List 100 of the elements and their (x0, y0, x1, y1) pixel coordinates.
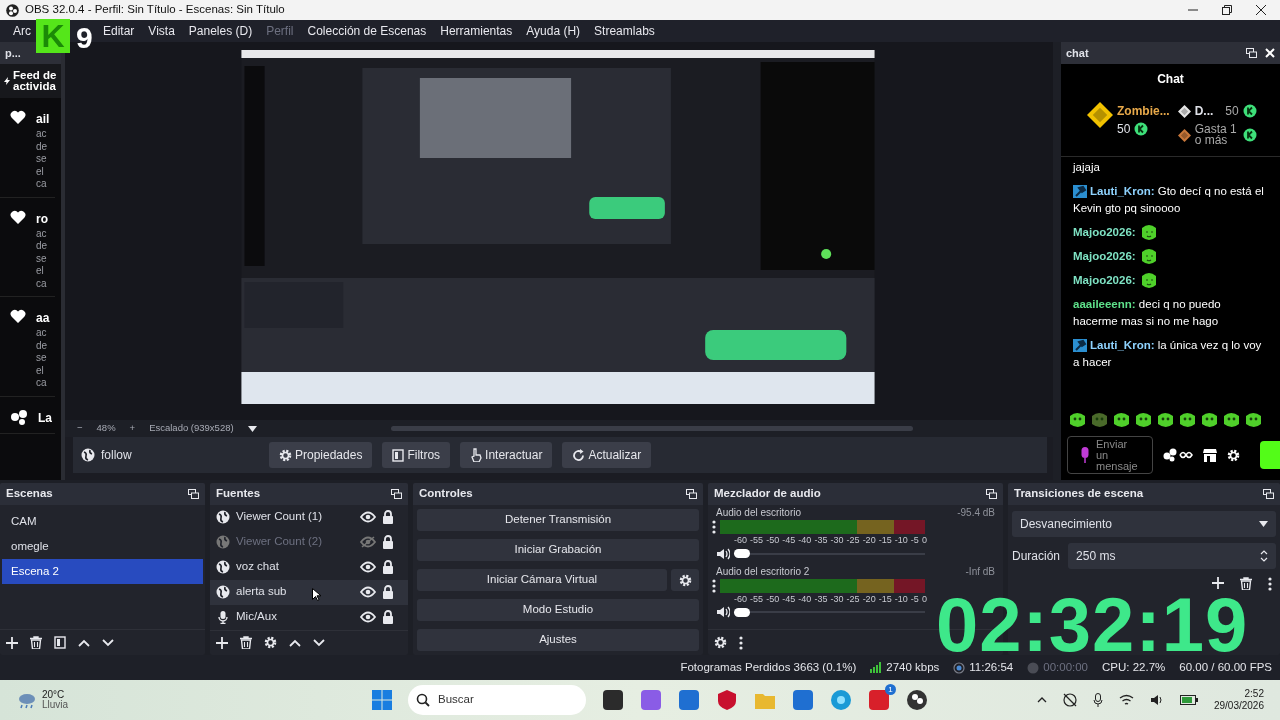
chat-message: jajaja (1073, 160, 1101, 175)
meter-scale-label: -55 (750, 534, 764, 547)
lock-icon[interactable] (382, 535, 394, 550)
eye-icon[interactable] (360, 586, 376, 599)
settings-button[interactable] (671, 569, 699, 591)
add-icon[interactable] (6, 636, 18, 649)
control-button[interactable]: Detener Transmisión (417, 509, 699, 531)
emote-icon[interactable] (1201, 412, 1218, 428)
source-toolbar-button[interactable]: Actualizar (562, 442, 652, 468)
menu-item[interactable]: Arc (6, 22, 38, 40)
close-icon[interactable] (1256, 5, 1266, 15)
lock-icon[interactable] (382, 610, 394, 625)
scene-item[interactable]: Escena 2 (2, 559, 203, 584)
lock-icon[interactable] (382, 560, 394, 575)
menu-item[interactable]: Vista (141, 22, 182, 40)
speaker-icon[interactable] (716, 606, 730, 618)
restore-icon[interactable] (1222, 5, 1232, 15)
search-field[interactable]: Buscar (408, 685, 586, 715)
source-item[interactable]: Mic/Aux (210, 604, 408, 630)
horizontal-scrollbar[interactable] (390, 426, 913, 431)
meter-scale-label: -50 (766, 592, 780, 606)
emote-icon[interactable] (1135, 412, 1152, 428)
scene-item[interactable]: CAM (2, 509, 203, 534)
float-dock-icon[interactable] (188, 489, 199, 499)
control-button[interactable]: Iniciar Cámara Virtual (417, 569, 667, 591)
menu-item[interactable]: Colección de Escenas (300, 22, 434, 40)
source-toolbar-button[interactable]: Propiedades (269, 442, 373, 468)
source-item[interactable]: Viewer Count (1) (210, 504, 408, 530)
emote-icon[interactable] (1179, 412, 1196, 428)
mail-icon[interactable] (792, 689, 814, 711)
start-icon[interactable] (372, 690, 392, 710)
eye-icon[interactable] (360, 561, 376, 574)
menu-item[interactable]: Streamlabs (587, 22, 662, 40)
shield-icon[interactable] (716, 689, 738, 711)
store-icon[interactable] (1203, 448, 1217, 462)
control-button[interactable]: Ajustes (417, 629, 699, 651)
float-dock-icon[interactable] (1263, 489, 1274, 499)
network-off-icon[interactable] (1062, 693, 1077, 707)
emote-icon[interactable] (1223, 412, 1240, 428)
eye-crossed-icon[interactable] (360, 536, 376, 549)
copilot-icon[interactable] (640, 689, 662, 711)
source-item[interactable]: alerta sub (210, 579, 408, 605)
trash-icon[interactable] (1240, 577, 1252, 590)
dots-icon[interactable] (1163, 448, 1193, 462)
chevron-up-icon[interactable] (1036, 697, 1047, 703)
float-dock-icon[interactable] (1246, 48, 1257, 58)
control-button[interactable]: Modo Estudio (417, 599, 699, 621)
emote-icon[interactable] (1113, 412, 1130, 428)
filter-icon[interactable] (54, 636, 66, 649)
scene-item[interactable]: omegle (2, 534, 203, 559)
emote-icon[interactable] (1245, 412, 1262, 428)
app-icon[interactable] (906, 689, 928, 711)
source-toolbar-button[interactable]: Filtros (382, 442, 451, 468)
duration-field[interactable]: 250 ms (1068, 543, 1276, 569)
battery-icon[interactable] (1179, 695, 1198, 705)
event-user: La (38, 409, 52, 427)
event-text: el (36, 265, 45, 278)
slider-thumb[interactable] (734, 549, 750, 558)
add-icon[interactable] (1212, 577, 1224, 589)
add-icon[interactable] (216, 636, 228, 649)
speaker-icon[interactable] (716, 547, 730, 560)
zoom-in-button[interactable]: + (129, 421, 136, 436)
more-options-icon[interactable] (1268, 577, 1272, 591)
lock-icon[interactable] (382, 585, 394, 600)
task-view-icon[interactable] (602, 689, 624, 711)
more-options-icon[interactable] (739, 635, 743, 650)
trash-icon[interactable] (240, 636, 252, 650)
gear-icon[interactable] (714, 636, 727, 649)
microphone-icon (1080, 447, 1090, 463)
emote-icon[interactable] (1069, 412, 1086, 428)
source-toolbar-button[interactable]: Interactuar (460, 442, 553, 468)
browser-icon[interactable] (830, 689, 852, 711)
eye-icon[interactable] (360, 611, 376, 624)
float-dock-icon[interactable] (986, 489, 997, 499)
volume-icon[interactable] (1149, 694, 1164, 706)
menu-item[interactable]: Ayuda (H) (519, 22, 588, 40)
emote-icon[interactable] (1157, 412, 1174, 428)
lock-icon[interactable] (382, 510, 394, 525)
float-dock-icon[interactable] (391, 488, 402, 499)
microphone-icon[interactable] (1092, 693, 1103, 707)
float-dock-icon[interactable] (686, 489, 697, 499)
caret-icon[interactable] (247, 425, 257, 432)
control-button[interactable]: Iniciar Grabación (417, 539, 699, 561)
slider-thumb[interactable] (734, 607, 750, 617)
wifi-icon[interactable] (1118, 694, 1134, 706)
eye-icon[interactable] (360, 511, 376, 524)
menu-item[interactable]: Herramientas (433, 22, 520, 40)
menu-item[interactable]: Paneles (D) (181, 22, 260, 40)
source-item[interactable]: voz chat (210, 554, 408, 580)
transition-select[interactable]: Desvanecimiento (1012, 511, 1276, 537)
gear-icon[interactable] (264, 636, 277, 650)
more-options-icon[interactable] (712, 578, 716, 593)
trash-icon[interactable] (30, 636, 42, 649)
settings-icon[interactable] (1227, 448, 1240, 462)
menu-item[interactable]: Editar (96, 22, 142, 40)
message-input[interactable]: Enviar un mensaje (1067, 436, 1153, 474)
zoom-out-button[interactable]: − (77, 421, 83, 436)
record-time: 00:00:00 (1043, 659, 1088, 675)
event-text: el (36, 165, 45, 178)
more-options-icon[interactable] (712, 520, 716, 534)
